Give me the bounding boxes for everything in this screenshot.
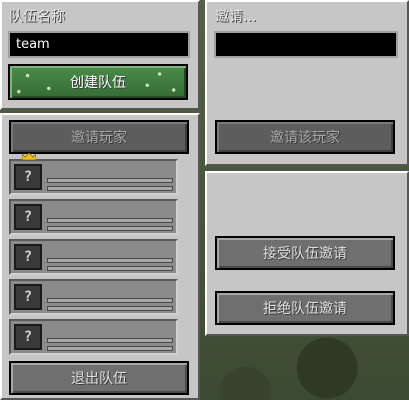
unknown-player-icon: ? (14, 284, 42, 310)
member-status-bar (47, 306, 173, 311)
member-name-bar (47, 298, 173, 303)
reject-invite-button[interactable]: 拒绝队伍邀请 (215, 291, 395, 325)
team-name-label: 队伍名称 (9, 9, 65, 25)
leave-team-button[interactable]: 退出队伍 (9, 361, 189, 395)
invite-label: 邀请... (215, 9, 257, 25)
member-status-bar (47, 346, 173, 351)
member-slot-1[interactable]: ? (9, 153, 178, 195)
member-status-bar (47, 186, 173, 191)
create-team-button[interactable]: 创建队伍 (8, 64, 188, 100)
member-status-bar (47, 266, 173, 271)
member-slot-3[interactable]: ? (9, 239, 178, 275)
member-name-bar (47, 178, 173, 183)
member-slot-4[interactable]: ? (9, 279, 178, 315)
unknown-player-icon: ? (14, 204, 42, 230)
member-name-bar (47, 258, 173, 263)
invite-players-button[interactable]: 邀请玩家 (9, 120, 189, 154)
team-name-input[interactable]: team (8, 31, 190, 58)
member-status-bar (47, 226, 173, 231)
member-slot-2[interactable]: ? (9, 199, 178, 235)
unknown-player-icon: ? (14, 244, 42, 270)
invite-player-button[interactable]: 邀请该玩家 (215, 120, 395, 154)
crown-icon (22, 153, 36, 160)
member-name-bar (47, 338, 173, 343)
accept-invite-button[interactable]: 接受队伍邀请 (215, 236, 395, 270)
member-slot-5[interactable]: ? (9, 319, 178, 355)
unknown-player-icon: ? (14, 324, 42, 350)
unknown-player-icon: ? (14, 164, 42, 190)
invite-player-input[interactable] (214, 31, 398, 58)
member-name-bar (47, 218, 173, 223)
